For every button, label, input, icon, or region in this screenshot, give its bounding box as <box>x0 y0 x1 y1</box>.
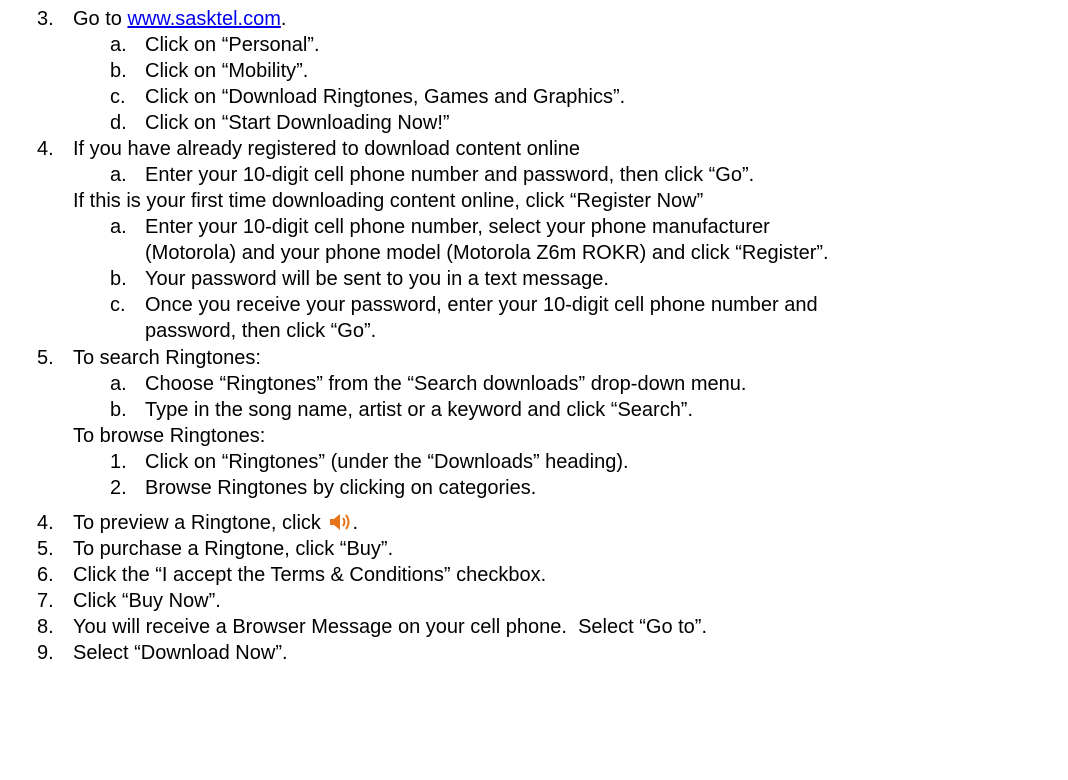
speaker-icon[interactable] <box>328 512 352 539</box>
step-text: Go to www.sasktel.com. <box>73 8 287 30</box>
document-page: 3. Go to www.sasktel.com. a. Click on “P… <box>37 8 829 664</box>
step-number: 3. <box>37 8 54 30</box>
sasktel-link[interactable]: www.sasktel.com <box>127 8 280 30</box>
